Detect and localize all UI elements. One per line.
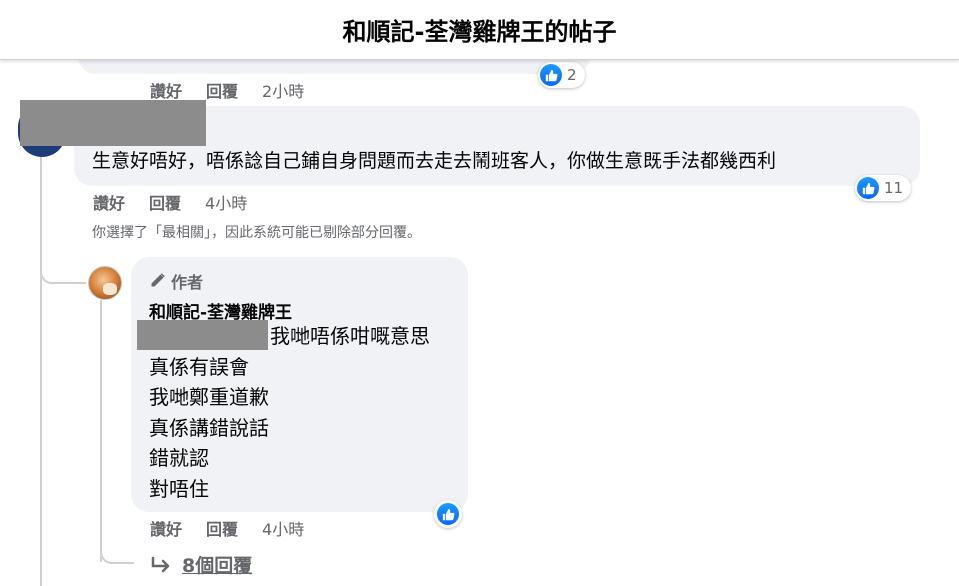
reaction-count: 11 <box>884 179 904 197</box>
reply-line: 真係有誤會 <box>149 354 249 379</box>
reply-line: 錯就認 <box>149 446 209 470</box>
more-replies-label[interactable]: 8個回覆 <box>182 551 252 578</box>
reply-text: 我哋唔係咁嘅意思 真係有誤會 我哋鄭重道歉 真係講錯說話 錯就認 對唔住 <box>149 321 430 504</box>
like-reaction-icon <box>437 503 459 525</box>
pencil-icon <box>151 273 165 287</box>
author-avatar[interactable] <box>88 266 122 300</box>
timestamp[interactable]: 2小時 <box>262 78 304 102</box>
more-connector <box>100 548 134 564</box>
comment-text: 生意好唔好，唔係諗自己鋪自身問題而去走去鬧班客人，你做生意既手法都幾西利 <box>92 150 777 172</box>
reply-actions: 讚好 回覆 4小時 <box>150 516 304 540</box>
reply-line: 我哋唔係咁嘅意思 <box>270 324 430 348</box>
most-relevant-filter-note: 你選擇了「最相關」，因此系統可能已剔除部分回覆。 <box>92 225 421 241</box>
previous-comment-reactions[interactable]: 2 <box>538 62 585 88</box>
comment-reactions[interactable]: 11 <box>855 175 912 201</box>
like-button[interactable]: 讚好 <box>150 516 182 540</box>
reply-bubble: 作者 和順記-荃灣雞牌王 我哋唔係咁嘅意思 真係有誤會 我哋鄭重道歉 真係講錯說… <box>131 257 468 512</box>
like-button[interactable]: 讚好 <box>150 78 182 102</box>
reply-button[interactable]: 回覆 <box>206 516 238 540</box>
reply-connector <box>40 268 86 284</box>
reply-line: 對唔住 <box>149 476 209 501</box>
view-more-replies[interactable]: 8個回覆 <box>150 551 252 578</box>
redacted-commenter-name <box>20 100 206 146</box>
reply-thread-line <box>100 300 102 562</box>
post-header: 和順記-荃灣雞牌王的帖子 <box>0 0 959 60</box>
like-reaction-icon <box>857 177 879 199</box>
comment-actions: 讚好 回覆 4小時 <box>93 190 247 214</box>
timestamp[interactable]: 4小時 <box>262 516 304 540</box>
thread-line <box>40 150 42 586</box>
reply-button[interactable]: 回覆 <box>149 190 181 214</box>
like-button[interactable]: 讚好 <box>93 190 125 214</box>
author-tag-label: 作者 <box>171 273 204 292</box>
like-reaction-icon <box>540 64 562 86</box>
author-badge: 作者 <box>149 269 203 293</box>
previous-comment-actions: 讚好 回覆 2小時 <box>150 78 304 102</box>
reaction-count: 2 <box>567 66 577 84</box>
reply-line: 我哋鄭重道歉 <box>149 385 269 409</box>
page-title: 和順記-荃灣雞牌王的帖子 <box>342 18 617 46</box>
reply-arrow-icon <box>151 556 170 572</box>
reply-line: 真係講錯說話 <box>149 415 269 440</box>
reply-reactions[interactable] <box>434 500 462 528</box>
reply-button[interactable]: 回覆 <box>206 78 238 102</box>
timestamp[interactable]: 4小時 <box>205 190 247 214</box>
